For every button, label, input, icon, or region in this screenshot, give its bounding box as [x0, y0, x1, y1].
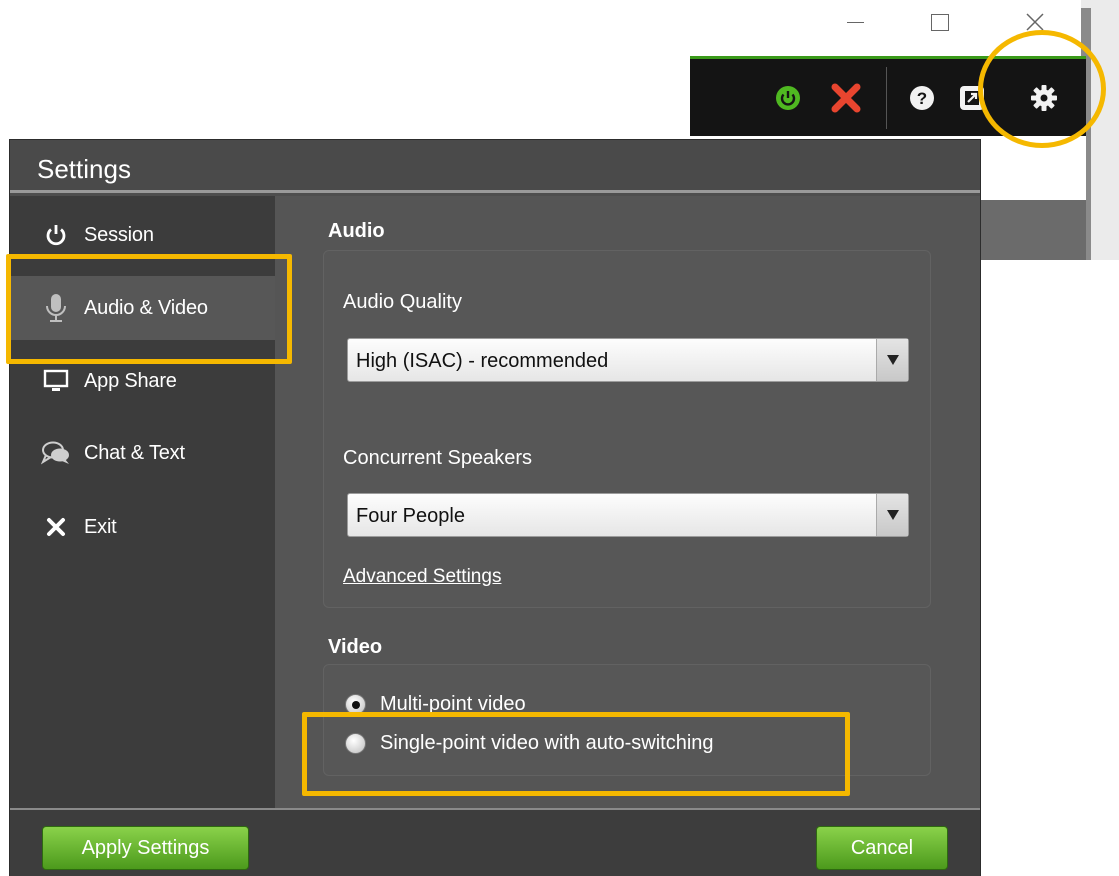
- svg-text:?: ?: [917, 89, 927, 108]
- cancel-button[interactable]: Cancel: [816, 826, 948, 870]
- audio-quality-select[interactable]: High (ISAC) - recommended: [347, 338, 909, 382]
- power-icon: [36, 223, 76, 247]
- sidebar-item-label: App Share: [84, 369, 177, 392]
- minimize-button[interactable]: [830, 4, 880, 40]
- monitor-icon: [36, 369, 76, 393]
- chat-bubbles-icon: [36, 440, 76, 466]
- chevron-down-icon[interactable]: [876, 339, 908, 381]
- concurrent-speakers-label: Concurrent Speakers: [343, 447, 532, 469]
- apply-settings-button[interactable]: Apply Settings: [42, 826, 249, 870]
- maximize-icon: [931, 13, 949, 31]
- concurrent-speakers-value: Four People: [356, 505, 465, 527]
- toolbar-separator: [886, 67, 887, 129]
- concurrent-speakers-select[interactable]: Four People: [347, 493, 909, 537]
- background-panel: [970, 200, 1086, 260]
- audio-quality-label: Audio Quality: [343, 291, 462, 313]
- sidebar-item-label: Session: [84, 223, 154, 246]
- sidebar-item-chat-text[interactable]: Chat & Text: [10, 422, 275, 484]
- video-heading: Video: [328, 636, 383, 658]
- red-x-icon: [831, 83, 861, 112]
- audio-group: Audio Quality High (ISAC) - recommended …: [323, 250, 931, 608]
- minimize-icon: [846, 21, 864, 23]
- dialog-footer: Apply Settings Cancel: [10, 808, 980, 876]
- toolbar-leave-button[interactable]: [826, 59, 866, 136]
- highlight-single-point-option: [302, 712, 850, 796]
- toolbar-help-button[interactable]: ?: [902, 59, 942, 136]
- audio-heading: Audio: [328, 220, 385, 242]
- highlight-audio-video-tab: [6, 254, 292, 364]
- power-icon: [776, 85, 800, 110]
- sidebar-item-label: Chat & Text: [84, 441, 185, 464]
- maximize-button[interactable]: [915, 4, 965, 40]
- toolbar-power-button[interactable]: [768, 59, 808, 136]
- chevron-down-icon[interactable]: [876, 494, 908, 536]
- advanced-settings-link[interactable]: Advanced Settings: [343, 566, 501, 588]
- dialog-title: Settings: [10, 140, 980, 193]
- help-icon: ?: [910, 85, 934, 110]
- sidebar-item-exit[interactable]: Exit: [10, 496, 275, 558]
- sidebar-item-label: Exit: [84, 515, 117, 538]
- close-icon: [1026, 13, 1044, 31]
- x-icon: [36, 517, 76, 537]
- highlight-gear-button: [978, 30, 1106, 148]
- audio-quality-value: High (ISAC) - recommended: [356, 350, 609, 372]
